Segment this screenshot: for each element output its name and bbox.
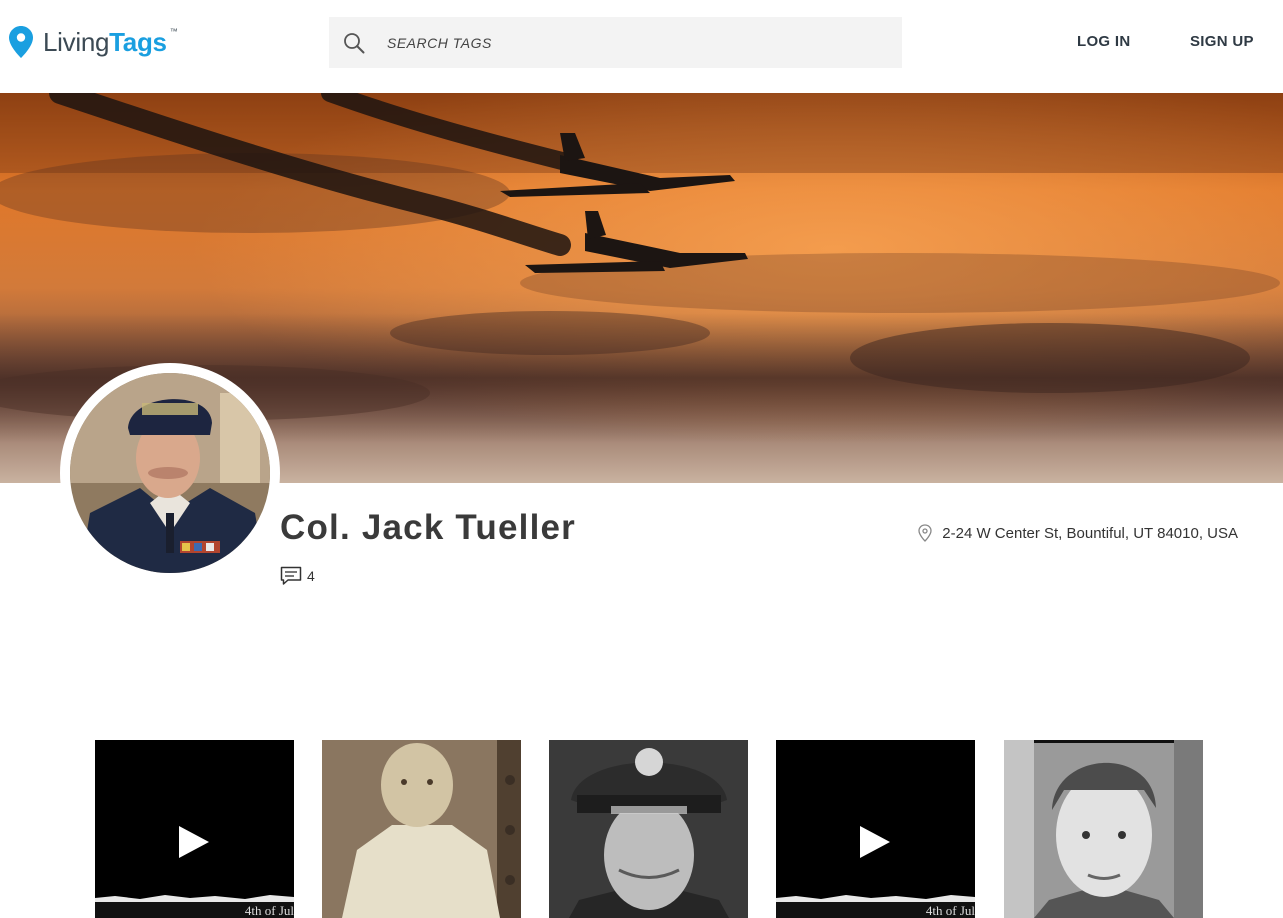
media-gallery: 4th of Jul 4th of Jul (95, 740, 1205, 918)
comment-icon (280, 566, 302, 585)
gallery-item-photo[interactable] (1004, 740, 1203, 918)
profile-location[interactable]: 2-24 W Center St, Bountiful, UT 84010, U… (917, 524, 1238, 542)
boy-portrait-photo (1004, 740, 1203, 918)
gallery-item-photo[interactable] (322, 740, 521, 918)
login-link[interactable]: LOG IN (1077, 33, 1130, 50)
officer-portrait-photo (549, 740, 748, 918)
location-address: 2-24 W Center St, Bountiful, UT 84010, U… (942, 524, 1238, 542)
video-caption: 4th of Jul (244, 904, 294, 918)
profile-name: Col. Jack Tueller (280, 508, 576, 547)
logo-wordmark: LivingTags (43, 27, 167, 58)
map-pin-logo-icon (9, 26, 33, 58)
signup-link[interactable]: SIGN UP (1190, 33, 1254, 50)
site-header: LivingTags ™ LOG IN SIGN UP (0, 0, 1283, 93)
baby-photo (322, 740, 521, 918)
gallery-item-photo[interactable] (549, 740, 748, 918)
gallery-item-video[interactable]: 4th of Jul (776, 740, 975, 918)
livingtags-logo[interactable]: LivingTags ™ (9, 24, 178, 60)
comment-count: 4 (307, 568, 315, 584)
location-pin-icon (918, 524, 932, 542)
search-input[interactable] (387, 17, 887, 68)
search-icon[interactable] (343, 32, 365, 54)
profile-avatar[interactable] (70, 373, 270, 573)
profile-avatar-frame (60, 363, 280, 583)
logo-trademark: ™ (169, 26, 178, 36)
comments-link[interactable]: 4 (280, 566, 315, 586)
logo-living: Living (43, 26, 110, 57)
search-bar (329, 17, 902, 68)
video-thumbnail (95, 740, 294, 918)
video-caption: 4th of Jul (925, 904, 975, 918)
gallery-item-video[interactable]: 4th of Jul (95, 740, 294, 918)
avatar-photo (70, 373, 270, 573)
logo-tags: Tags (109, 26, 167, 57)
video-thumbnail (776, 740, 975, 918)
